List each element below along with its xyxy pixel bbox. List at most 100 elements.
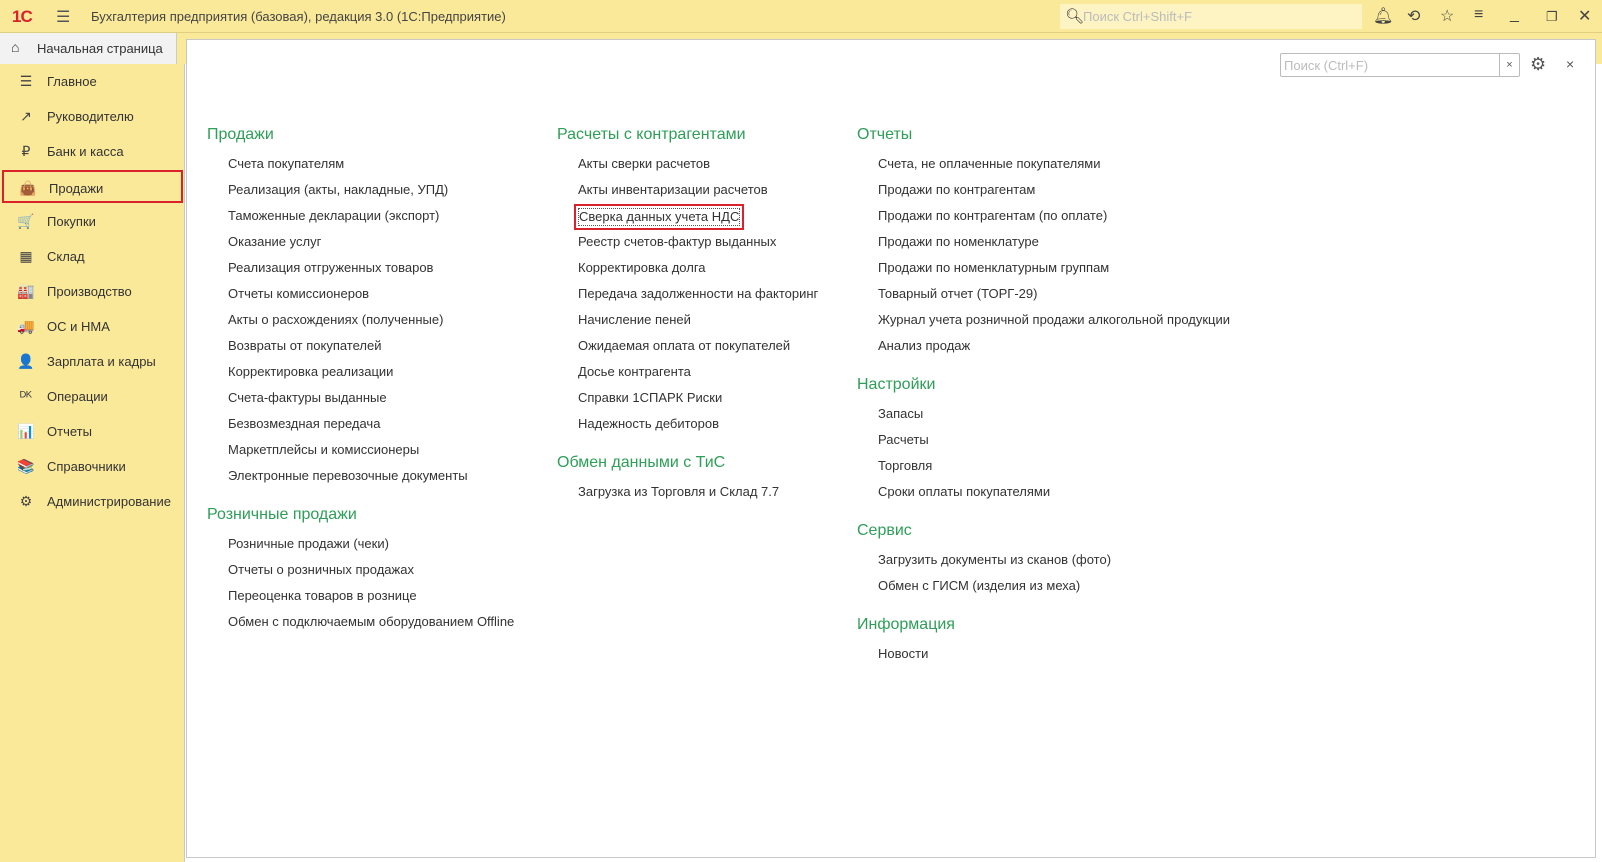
nav-link[interactable]: Таможенные декларации (экспорт) — [207, 208, 514, 234]
section-heading: Отчеты — [857, 126, 913, 143]
nav-link[interactable]: Ожидаемая оплата от покупателей — [557, 338, 818, 364]
restore-icon[interactable]: ❐ — [1546, 9, 1558, 25]
nav-link-label: Досье контрагента — [578, 364, 691, 379]
filter-icon[interactable]: ≡ — [1474, 6, 1483, 24]
nav-link[interactable]: Продажи по номенклатурным группам — [857, 260, 1230, 286]
nav-link[interactable]: Справки 1СПАРК Риски — [557, 390, 818, 416]
menu-icon[interactable]: ☰ — [56, 7, 70, 27]
minimize-icon[interactable]: _ — [1510, 6, 1519, 24]
nav-link-label: Обмен с подключаемым оборудованием Offli… — [228, 614, 515, 629]
nav-link-label: Загрузить документы из сканов (фото) — [878, 552, 1112, 567]
nav-link[interactable]: Переоценка товаров в рознице — [207, 588, 514, 614]
sidebar-item[interactable]: 👤 Зарплата и кадры — [2, 345, 183, 378]
nav-link[interactable]: Маркетплейсы и комиссионеры — [207, 442, 514, 468]
nav-link-label: Начисление пеней — [578, 312, 691, 327]
nav-link[interactable]: Безвозмездная передача — [207, 416, 514, 442]
sidebar-item[interactable]: ₽ Банк и касса — [2, 135, 183, 168]
sidebar-item[interactable]: 🛒 Покупки — [2, 205, 183, 238]
sidebar-item[interactable]: ☰ Главное — [2, 65, 183, 98]
section-heading: Информация — [857, 616, 955, 633]
nav-link[interactable]: Возвраты от покупателей — [207, 338, 514, 364]
nav-link[interactable]: Акты о расхождениях (полученные) — [207, 312, 514, 338]
nav-link-label: Счета-фактуры выданные — [228, 390, 387, 405]
nav-link[interactable]: Электронные перевозочные документы — [207, 468, 514, 494]
nav-link[interactable]: Продажи по номенклатуре — [857, 234, 1230, 260]
nav-link-label: Надежность дебиторов — [578, 416, 720, 431]
sidebar-item-label: Главное — [47, 74, 97, 89]
search-placeholder: Поиск Ctrl+Shift+F — [1083, 9, 1192, 24]
nav-link-label: Журнал учета розничной продажи алкогольн… — [878, 312, 1231, 327]
nav-link[interactable]: Журнал учета розничной продажи алкогольн… — [857, 312, 1230, 338]
sidebar-item-label: Администрирование — [47, 494, 171, 509]
sidebar-item[interactable]: ᴰᴷ Операции — [2, 380, 183, 413]
nav-link-label: Новости — [878, 646, 929, 661]
sidebar-item-label: ОС и НМА — [47, 319, 110, 334]
section-icon: ▦ — [19, 248, 33, 264]
nav-link[interactable]: Продажи по контрагентам — [857, 182, 1230, 208]
tab-home[interactable]: ⌂ Начальная страница — [0, 33, 177, 64]
nav-link[interactable]: Сверка данных учета НДС — [557, 204, 818, 234]
search-icon: 🔍︎ — [1065, 8, 1085, 25]
nav-link-label: Счета, не оплаченные покупателями — [878, 156, 1101, 171]
nav-link[interactable]: Загрузка из Торговля и Склад 7.7 — [557, 484, 818, 510]
nav-link-label: Сроки оплаты покупателями — [878, 484, 1051, 499]
nav-link[interactable]: Надежность дебиторов — [557, 416, 818, 442]
nav-link[interactable]: Продажи по контрагентам (по оплате) — [857, 208, 1230, 234]
nav-link[interactable]: Счета покупателям — [207, 156, 514, 182]
close-window-icon[interactable]: ✕ — [1578, 6, 1591, 26]
nav-link[interactable]: Счета-фактуры выданные — [207, 390, 514, 416]
sidebar-item[interactable]: 🚚 ОС и НМА — [2, 310, 183, 343]
section-icon: ☰ — [19, 73, 33, 89]
clear-search-button[interactable]: × — [1499, 54, 1519, 76]
nav-link[interactable]: Отчеты комиссионеров — [207, 286, 514, 312]
form-close-button[interactable]: × — [1566, 56, 1574, 72]
nav-link[interactable]: Загрузить документы из сканов (фото) — [857, 552, 1230, 578]
section-icon: 📊 — [17, 423, 35, 439]
nav-link[interactable]: Счета, не оплаченные покупателями — [857, 156, 1230, 182]
nav-link[interactable]: Акты сверки расчетов — [557, 156, 818, 182]
nav-link[interactable]: Оказание услуг — [207, 234, 514, 260]
sidebar-item[interactable]: 🏭 Производство — [2, 275, 183, 308]
nav-link-label: Корректировка реализации — [228, 364, 394, 379]
nav-link[interactable]: Обмен с ГИСМ (изделия из меха) — [857, 578, 1230, 604]
sidebar-item[interactable]: ↗ Руководителю — [2, 100, 183, 133]
sidebar-item-label: Продажи — [49, 181, 104, 196]
nav-link[interactable]: Анализ продаж — [857, 338, 1230, 364]
nav-link[interactable]: Реестр счетов-фактур выданных — [557, 234, 818, 260]
sidebar-item-label: Отчеты — [47, 424, 92, 439]
star-icon[interactable]: ☆ — [1440, 6, 1454, 26]
nav-link[interactable]: Новости — [857, 646, 1230, 672]
section-heading: Продажи — [207, 126, 274, 143]
nav-link-label: Отчеты комиссионеров — [228, 286, 370, 301]
sidebar-item[interactable]: 📚 Справочники — [2, 450, 183, 483]
nav-link[interactable]: Товарный отчет (ТОРГ-29) — [857, 286, 1230, 312]
nav-link[interactable]: Розничные продажи (чеки) — [207, 536, 514, 562]
nav-link[interactable]: Реализация отгруженных товаров — [207, 260, 514, 286]
nav-link[interactable]: Корректировка долга — [557, 260, 818, 286]
nav-link-label: Ожидаемая оплата от покупателей — [578, 338, 791, 353]
nav-link[interactable]: Начисление пеней — [557, 312, 818, 338]
nav-link[interactable]: Сроки оплаты покупателями — [857, 484, 1230, 510]
nav-link[interactable]: Реализация (акты, накладные, УПД) — [207, 182, 514, 208]
sidebar-item[interactable]: ⚙ Администрирование — [2, 485, 183, 518]
nav-link[interactable]: Расчеты — [857, 432, 1230, 458]
nav-link[interactable]: Досье контрагента — [557, 364, 818, 390]
section-icon: 👜 — [19, 180, 37, 196]
form-search-input[interactable]: Поиск (Ctrl+F) × — [1280, 53, 1520, 77]
sidebar-item[interactable]: 👜 Продажи — [2, 170, 183, 203]
nav-link[interactable]: Запасы — [857, 406, 1230, 432]
nav-link[interactable]: Отчеты о розничных продажах — [207, 562, 514, 588]
sidebar-item[interactable]: ▦ Склад — [2, 240, 183, 273]
app-title: Бухгалтерия предприятия (базовая), редак… — [91, 9, 506, 24]
global-search-input[interactable]: 🔍︎ Поиск Ctrl+Shift+F — [1060, 4, 1362, 29]
gear-icon[interactable]: ⚙ — [1530, 54, 1546, 75]
nav-link-label: Реестр счетов-фактур выданных — [578, 234, 777, 249]
nav-link[interactable]: Передача задолженности на факторинг — [557, 286, 818, 312]
nav-link[interactable]: Торговля — [857, 458, 1230, 484]
nav-link[interactable]: Корректировка реализации — [207, 364, 514, 390]
nav-link[interactable]: Акты инвентаризации расчетов — [557, 182, 818, 208]
bell-icon[interactable]: 🔔︎ — [1373, 6, 1393, 26]
nav-link[interactable]: Обмен с подключаемым оборудованием Offli… — [207, 614, 514, 640]
sidebar-item[interactable]: 📊 Отчеты — [2, 415, 183, 448]
history-icon[interactable]: ⟲ — [1407, 6, 1420, 26]
